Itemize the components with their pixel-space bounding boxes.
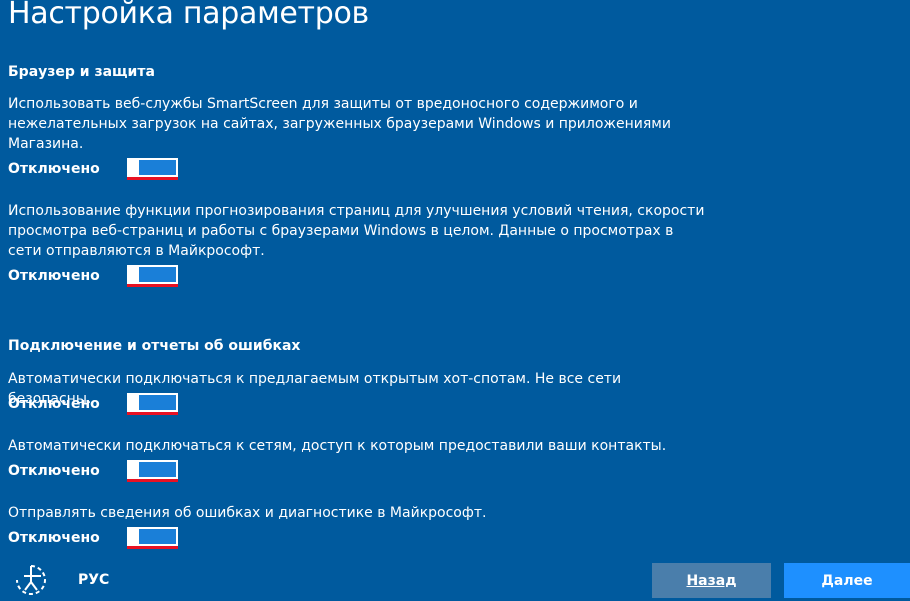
- page-prediction-toggle[interactable]: [127, 265, 178, 287]
- hotspots-toggle[interactable]: [127, 393, 178, 415]
- page-prediction-description: Использование функции прогнозирования ст…: [8, 203, 705, 259]
- smartscreen-toggle[interactable]: [127, 158, 178, 180]
- smartscreen-state-label: Отключено: [8, 161, 100, 177]
- toggle-thumb: [127, 265, 139, 284]
- back-button[interactable]: Назад: [652, 563, 771, 598]
- contacts-networks-description: Автоматически подключаться к сетям, дост…: [8, 438, 667, 454]
- page-title: Настройка параметров: [8, 0, 369, 31]
- toggle-thumb: [127, 527, 139, 546]
- section-heading-connectivity: Подключение и отчеты об ошибках: [8, 338, 301, 354]
- toggle-thumb: [127, 393, 139, 412]
- hotspots-description: Автоматически подключаться к предлагаемы…: [8, 371, 622, 407]
- hotspots-state-label: Отключено: [8, 396, 100, 412]
- error-reporting-state-label: Отключено: [8, 530, 100, 546]
- section-heading-browser: Браузер и защита: [8, 64, 155, 80]
- contacts-networks-state-label: Отключено: [8, 463, 100, 479]
- ease-of-access-icon[interactable]: [14, 563, 48, 597]
- contacts-networks-toggle[interactable]: [127, 460, 178, 482]
- error-reporting-description: Отправлять сведения об ошибках и диагнос…: [8, 505, 487, 521]
- toggle-thumb: [127, 158, 139, 177]
- error-reporting-toggle[interactable]: [127, 527, 178, 549]
- toggle-thumb: [127, 460, 139, 479]
- next-button[interactable]: Далее: [784, 563, 910, 598]
- language-indicator[interactable]: РУС: [78, 572, 109, 588]
- smartscreen-description: Использовать веб-службы SmartScreen для …: [8, 96, 671, 152]
- page-prediction-state-label: Отключено: [8, 268, 100, 284]
